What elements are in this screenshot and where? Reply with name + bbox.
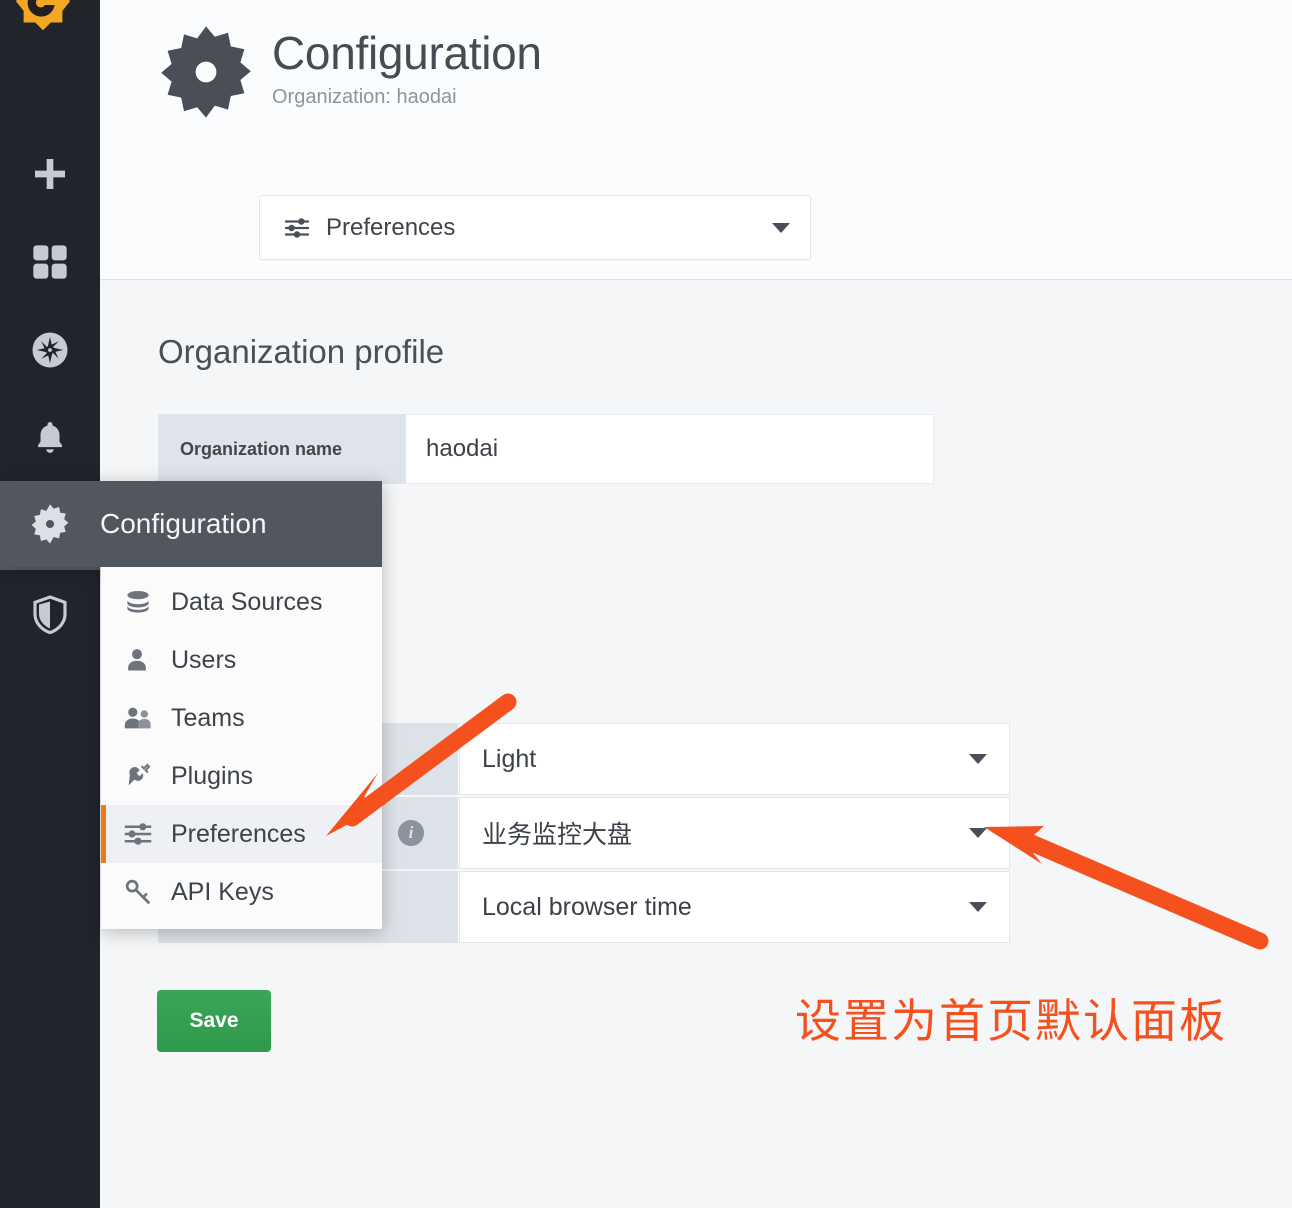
annotation-text: 设置为首页默认面板 xyxy=(795,994,1227,1048)
dropdown-item-label: Preferences xyxy=(171,819,306,848)
home-dashboard-value: 业务监控大盘 xyxy=(482,821,633,849)
section-title: Organization profile xyxy=(158,333,445,370)
dropdown-item-label: Users xyxy=(171,645,237,674)
dashboards-icon xyxy=(30,242,70,282)
dropdown-item-label: API Keys xyxy=(171,877,274,906)
organization-name-input[interactable]: haodai xyxy=(406,414,934,484)
info-icon[interactable]: i xyxy=(398,820,424,846)
dropdown-item-api-keys[interactable]: API Keys xyxy=(101,863,382,921)
dropdown-item-plugins[interactable]: Plugins xyxy=(101,747,382,805)
sidebar-item-alerting[interactable] xyxy=(0,394,100,482)
timezone-value: Local browser time xyxy=(482,892,692,921)
dropdown-title: Configuration xyxy=(100,508,267,539)
dropdown-item-label: Data Sources xyxy=(171,587,323,616)
page-header: Configuration Organization: haodai Prefe… xyxy=(100,0,1292,280)
dropdown-item-teams[interactable]: Teams xyxy=(101,689,382,747)
timezone-select[interactable]: Local browser time xyxy=(459,871,1010,943)
preferences-tab-label: Preferences xyxy=(326,213,456,241)
user-icon xyxy=(123,646,171,674)
ui-theme-value: Light xyxy=(482,744,537,773)
home-dashboard-select[interactable]: 业务监控大盘 xyxy=(459,797,1010,869)
sidebar-item-dashboards[interactable] xyxy=(0,218,100,306)
app-root: Configuration Organization: haodai Prefe… xyxy=(0,0,1292,1208)
organization-name-label: Organization name xyxy=(158,414,406,484)
chevron-down-icon[interactable] xyxy=(969,902,987,912)
page-header-inner: Configuration Organization: haodai xyxy=(158,24,542,120)
save-button[interactable]: Save xyxy=(157,990,271,1052)
dropdown-item-data-sources[interactable]: Data Sources xyxy=(101,573,382,631)
dropdown-item-label: Plugins xyxy=(171,761,253,790)
gear-icon xyxy=(0,503,100,545)
page-title: Configuration xyxy=(272,27,542,79)
ui-theme-select[interactable]: Light xyxy=(459,723,1010,795)
configuration-dropdown-menu: Configuration Data Sources Users Teams P… xyxy=(0,481,382,929)
dropdown-header[interactable]: Configuration xyxy=(0,481,382,567)
database-icon xyxy=(123,587,171,617)
dropdown-item-label: Teams xyxy=(171,703,245,732)
grafana-logo-icon[interactable] xyxy=(12,0,74,36)
bell-icon xyxy=(31,419,69,457)
sliders-icon xyxy=(284,217,310,239)
chevron-down-icon[interactable] xyxy=(772,222,790,233)
page-header-text: Configuration Organization: haodai xyxy=(272,24,542,110)
plugin-icon xyxy=(123,762,171,790)
chevron-down-icon[interactable] xyxy=(969,828,987,838)
preferences-tab-select[interactable]: Preferences xyxy=(259,195,811,260)
sliders-icon xyxy=(123,822,171,846)
chevron-down-icon[interactable] xyxy=(969,754,987,764)
dropdown-item-preferences[interactable]: Preferences xyxy=(101,805,382,863)
gear-icon xyxy=(158,24,254,120)
plus-icon xyxy=(30,154,70,194)
compass-icon xyxy=(29,329,71,371)
sidebar-item-create[interactable] xyxy=(0,130,100,218)
key-icon xyxy=(123,878,171,906)
page-subtitle: Organization: haodai xyxy=(272,86,457,108)
dropdown-list: Data Sources Users Teams Plugins Prefere… xyxy=(101,567,382,929)
dropdown-item-users[interactable]: Users xyxy=(101,631,382,689)
organization-name-row: Organization name haodai xyxy=(158,414,934,484)
users-icon xyxy=(123,704,171,732)
sidebar-item-explore[interactable] xyxy=(0,306,100,394)
